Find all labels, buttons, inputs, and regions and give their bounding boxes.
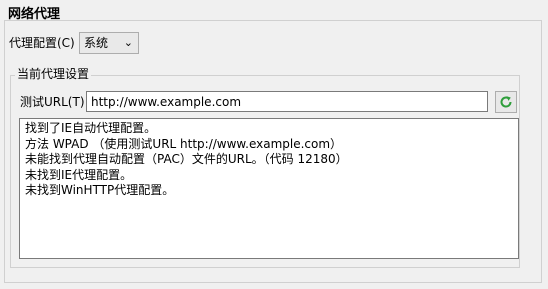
result-line: 未能找到代理自动配置（PAC）文件的URL。（代码 12180） (25, 152, 348, 167)
refresh-button[interactable] (495, 91, 517, 113)
test-url-label: 测试URL(T) (20, 95, 85, 109)
chevron-down-icon: ⌄ (123, 36, 133, 49)
proxy-result-output[interactable]: 找到了IE自动代理配置。 方法 WPAD （使用测试URL http://www… (19, 118, 519, 259)
result-line: 方法 WPAD （使用测试URL http://www.example.com） (25, 136, 343, 151)
result-line: 找到了IE自动代理配置。 (25, 121, 157, 135)
proxy-config-value: 系统 (84, 36, 109, 50)
result-line: 未找到WinHTTP代理配置。 (25, 183, 175, 198)
proxy-config-label: 代理配置(C) (9, 36, 75, 50)
result-line: 未找到IE代理配置。 (25, 167, 133, 182)
refresh-icon (500, 96, 512, 108)
proxy-config-select[interactable]: 系统 ⌄ (79, 32, 139, 54)
test-url-input[interactable] (86, 91, 488, 112)
current-proxy-settings-legend: 当前代理设置 (15, 67, 92, 82)
network-proxy-panel: 网络代理 代理配置(C) 系统 ⌄ 当前代理设置 测试URL(T) 找到了IE自… (0, 0, 548, 289)
